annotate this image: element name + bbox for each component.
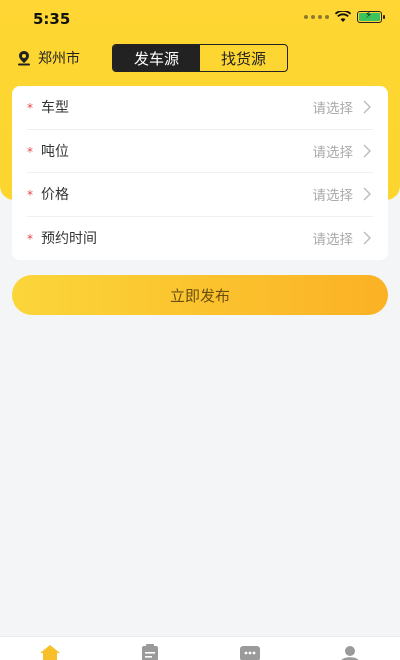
publish-button[interactable]: 立即发布 bbox=[12, 275, 388, 315]
battery-icon: ⚡ bbox=[357, 10, 385, 23]
status-bar: 5:35 ⚡ bbox=[0, 0, 400, 38]
form-row-value: 请选择 bbox=[312, 188, 354, 205]
tab-publish-truck[interactable]: 发车源 bbox=[113, 45, 200, 71]
required-mark: * bbox=[27, 232, 33, 247]
message-icon[interactable] bbox=[238, 643, 262, 660]
required-mark: * bbox=[27, 101, 33, 116]
form-row-label: 吨位 bbox=[41, 143, 69, 160]
form-row-tonnage[interactable]: * 吨位 请选择 bbox=[27, 130, 373, 173]
form-row-price[interactable]: * 价格 请选择 bbox=[27, 173, 373, 217]
city-label: 郑州市 bbox=[38, 51, 80, 67]
form-row-value: 请选择 bbox=[312, 144, 354, 161]
status-icons: ⚡ bbox=[304, 10, 385, 23]
status-time: 5:35 bbox=[33, 10, 71, 28]
form-row-value: 请选择 bbox=[312, 232, 354, 249]
bottom-tab-bar bbox=[0, 636, 400, 660]
city-selector[interactable]: 郑州市 bbox=[16, 48, 80, 68]
form-card: * 车型 请选择 * 吨位 请选择 * 价格 请选择 * 预约时间 请选择 bbox=[12, 86, 388, 260]
required-mark: * bbox=[27, 144, 33, 159]
header-row: 郑州市 发车源 找货源 bbox=[0, 44, 400, 72]
wifi-icon bbox=[335, 11, 351, 22]
form-row-vehicle-type[interactable]: * 车型 请选择 bbox=[27, 86, 373, 130]
signal-icon bbox=[304, 15, 329, 19]
home-icon[interactable] bbox=[38, 643, 62, 660]
form-row-appointment-time[interactable]: * 预约时间 请选择 bbox=[27, 217, 373, 261]
form-row-label: 价格 bbox=[41, 187, 69, 204]
tab-find-cargo[interactable]: 找货源 bbox=[200, 45, 287, 71]
clipboard-icon[interactable] bbox=[138, 643, 162, 660]
chevron-right-icon bbox=[363, 144, 371, 157]
form-row-value: 请选择 bbox=[312, 101, 354, 118]
chevron-right-icon bbox=[363, 187, 371, 201]
user-icon[interactable] bbox=[338, 643, 362, 660]
form-row-label: 车型 bbox=[41, 100, 69, 117]
location-pin-icon bbox=[18, 51, 30, 66]
chevron-right-icon bbox=[363, 100, 371, 114]
form-row-label: 预约时间 bbox=[41, 231, 97, 248]
chevron-right-icon bbox=[363, 231, 371, 244]
mode-switch: 发车源 找货源 bbox=[112, 44, 288, 72]
required-mark: * bbox=[27, 188, 33, 203]
